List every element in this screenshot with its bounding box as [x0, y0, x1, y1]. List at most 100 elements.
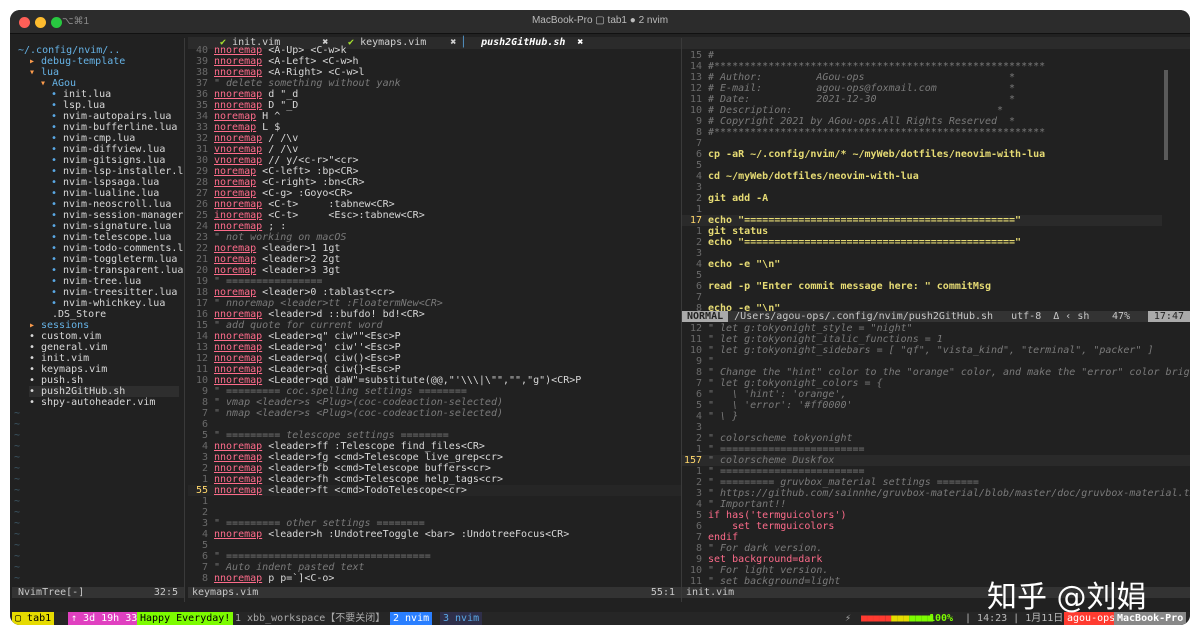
line-number: 17: [195, 298, 208, 309]
tree-item[interactable]: • nvim-lspsaga.lua: [51, 177, 159, 188]
mapping: p p=`]<C-o>: [262, 573, 335, 584]
line-number: 3: [201, 518, 208, 529]
line-number: 7: [201, 408, 208, 419]
line-number: 23: [195, 232, 208, 243]
keyword: nnoremap: [214, 463, 263, 474]
line-number: 13: [689, 72, 702, 83]
keymaps-editor-pane[interactable]: 40 nnoremap <A-Up> <C-w>k 39 nnoremap <A-Le…: [188, 45, 681, 591]
file-icon: •: [51, 122, 58, 133]
tree-item[interactable]: • nvim-treesitter.lua: [51, 287, 177, 298]
file-icon: •: [51, 232, 58, 243]
code-line: 19 " ================: [188, 276, 681, 287]
line-number: 7: [695, 292, 702, 303]
keyword: noremap: [214, 122, 257, 133]
keyword: nnoremap: [214, 309, 263, 320]
tree-item[interactable]: • push.sh: [29, 375, 83, 386]
empty-line-tilde: ~: [14, 430, 21, 441]
tree-root: ~/.config/nvim/..: [18, 45, 121, 56]
line-number: 3: [695, 422, 702, 433]
tree-item[interactable]: ▸ sessions: [29, 320, 89, 331]
tree-item[interactable]: • nvim-bufferline.lua: [51, 122, 177, 133]
tree-item[interactable]: • nvim-neoscroll.lua: [51, 199, 171, 210]
line-number: 5: [201, 430, 208, 441]
tree-item[interactable]: .DS_Store: [40, 309, 106, 320]
shell-text: echo "==================================…: [708, 237, 1022, 248]
tree-item[interactable]: • nvim-signature.lua: [51, 221, 171, 232]
tree-item[interactable]: • nvim-diffview.lua: [51, 144, 165, 155]
code-line: 2: [188, 507, 681, 518]
code-line: 21 noremap <leader>2 2gt: [188, 254, 681, 265]
tmux-window-3[interactable]: 3 nvim: [440, 612, 483, 625]
tree-item-label: custom.vim: [41, 331, 102, 342]
tree-item[interactable]: • shpy-autoheader.vim: [29, 397, 155, 408]
code-line: 5 if has('termguicolors'): [682, 510, 1190, 521]
tree-item[interactable]: • keymaps.vim: [29, 364, 107, 375]
mapping: <C-g> :Goyo<CR>: [256, 188, 353, 199]
tree-item[interactable]: • custom.vim: [29, 331, 101, 342]
vim-text: " let g:tokyonight_italic_functions = 1: [708, 334, 943, 345]
keyword: noremap: [214, 243, 257, 254]
file-path: /Users/agou-ops/.config/nvim/push2GitHub…: [734, 311, 994, 322]
line-number: 25: [195, 210, 208, 221]
shell-text: # Copyright 2021 by AGou-ops.All Rights …: [708, 116, 1016, 127]
file-icon: •: [29, 386, 36, 397]
shell-text: # E-mail: agou-ops@foxmail.com *: [708, 83, 1016, 94]
vim-text: " ========= gruvbox_material settings ==…: [708, 477, 979, 488]
tree-item[interactable]: • nvim-todo-comments.l: [51, 243, 183, 254]
line-number: 36: [195, 89, 208, 100]
mapping: <leader>3 3gt: [256, 265, 341, 276]
line-number: 1: [201, 474, 208, 485]
tree-item[interactable]: • nvim-whichkey.lua: [51, 298, 165, 309]
tree-item[interactable]: • nvim-cmp.lua: [51, 133, 135, 144]
line-number: 38: [195, 67, 208, 78]
battery-icon: ⚡: [845, 613, 852, 624]
tree-item[interactable]: • lsp.lua: [51, 100, 105, 111]
line-number: 14: [195, 331, 208, 342]
tree-item[interactable]: • general.vim: [29, 342, 107, 353]
tree-item[interactable]: • nvim-toggleterm.lua: [51, 254, 177, 265]
line-number: 40: [195, 45, 208, 56]
empty-line-tilde: ~: [14, 452, 21, 463]
code-line: 7 " Auto indent pasted text: [188, 562, 681, 573]
code-line: 30 vnoremap // y/<c-r>"<cr>: [188, 155, 681, 166]
tree-item-label: push.sh: [41, 375, 84, 386]
vim-text: endif: [708, 532, 739, 543]
tree-item[interactable]: • nvim-autopairs.lua: [51, 111, 171, 122]
tree-item[interactable]: • init.vim: [29, 353, 89, 364]
code-line: 10 " let g:tokyonight_sidebars = [ "qf", …: [682, 345, 1190, 356]
line-number: 55: [195, 485, 208, 496]
tree-item[interactable]: • nvim-lualine.lua: [51, 188, 159, 199]
tree-item[interactable]: • nvim-transparent.lua: [51, 265, 183, 276]
vim-text: " For dark version.: [708, 543, 823, 554]
tree-item[interactable]: • nvim-telescope.lua: [51, 232, 171, 243]
code-line: 6 " ==================================: [188, 551, 681, 562]
tmux-window-2[interactable]: 2 nvim: [390, 612, 433, 625]
tree-item[interactable]: • nvim-session-manager: [51, 210, 183, 221]
tree-item[interactable]: • nvim-gitsigns.lua: [51, 155, 165, 166]
line-number: 10: [689, 565, 702, 576]
mapping: <Leader>q' ciw''<Esc>P: [262, 342, 401, 353]
mapping: ; :: [262, 221, 287, 232]
code-line: 40 nnoremap <A-Up> <C-w>k: [188, 45, 681, 56]
title-bar: ⌥⌘1 MacBook-Pro ▢ tab1 ● 2 nvim: [10, 10, 1190, 34]
tree-item[interactable]: ▾ AGou: [40, 78, 76, 89]
tree-item[interactable]: • push2GitHub.sh: [29, 386, 179, 397]
scrollbar[interactable]: [1164, 70, 1168, 160]
mapping: <leader>fb <cmd>Telescope buffers<cr>: [262, 463, 491, 474]
keyword: nnoremap: [214, 221, 263, 232]
line-number: 30: [195, 155, 208, 166]
tree-item[interactable]: • nvim-tree.lua: [51, 276, 141, 287]
line-number: 6: [695, 389, 702, 400]
tree-item[interactable]: • init.lua: [51, 89, 111, 100]
code-line: 6: [188, 419, 681, 430]
tmux-window-1[interactable]: 1 xbb_workspace【不要关闭】: [232, 612, 388, 625]
line-number: 28: [195, 177, 208, 188]
vim-text: " let g:tokyonight_sidebars = [ "qf", "v…: [708, 345, 1154, 356]
tree-item[interactable]: • nvim-lsp-installer.l: [51, 166, 183, 177]
tree-item[interactable]: ▸ debug-template: [29, 56, 125, 67]
code-line: 5: [188, 540, 681, 551]
session-name[interactable]: ▢ tab1: [12, 612, 55, 625]
tree-item[interactable]: ▾ lua: [29, 67, 59, 78]
code-line: 12 " let g:tokyonight_style = "night": [682, 323, 1190, 334]
keyword: nnoremap: [214, 474, 263, 485]
